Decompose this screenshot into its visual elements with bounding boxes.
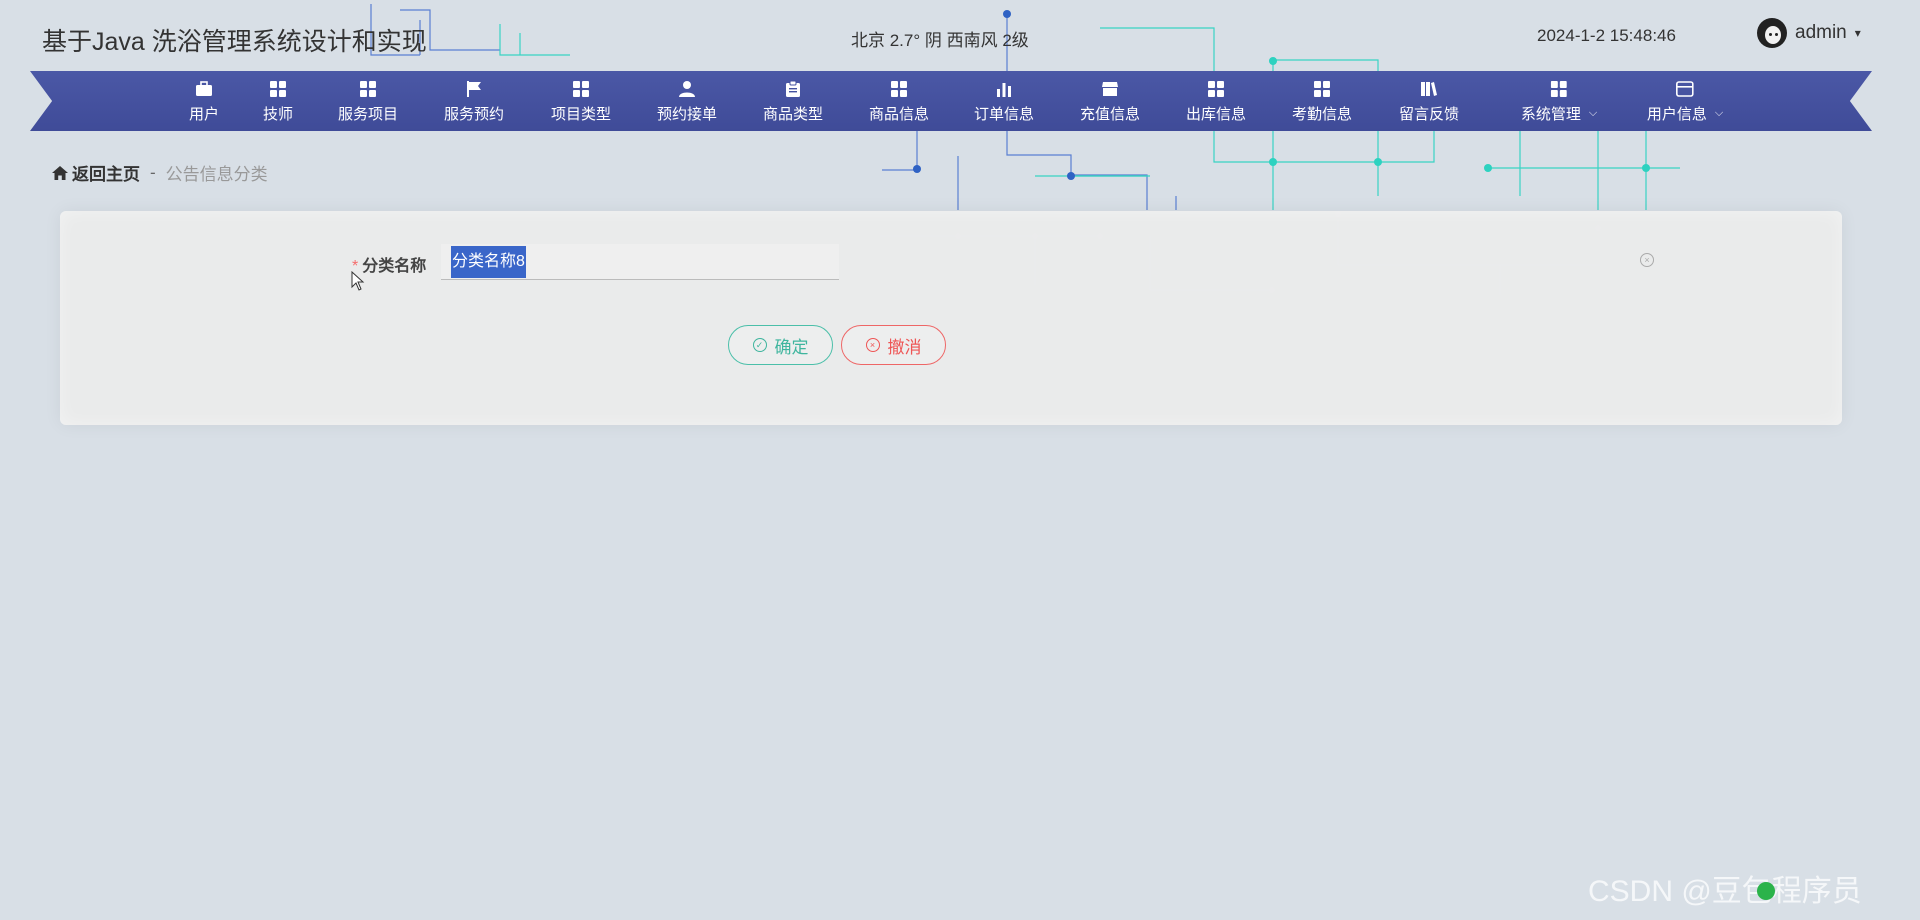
books-icon	[1420, 79, 1438, 99]
nav-item-outbound-info[interactable]: 出库信息	[1186, 71, 1246, 131]
nav-item-label: 系统管理	[1520, 105, 1581, 123]
nav-item-label: 预约接单	[656, 105, 718, 123]
nav-item-service-project[interactable]: 服务项目	[338, 71, 398, 131]
cancel-button[interactable]: × 撤消	[841, 325, 946, 365]
bar-chart-icon	[996, 79, 1012, 99]
avatar	[1757, 18, 1787, 48]
confirm-button[interactable]: ✓ 确定	[728, 325, 833, 365]
nav-item-project-type[interactable]: 项目类型	[551, 71, 611, 131]
circuit-background	[370, 4, 1680, 295]
person-icon	[678, 79, 696, 99]
nav-item-goods-info[interactable]: 商品信息	[869, 71, 929, 131]
clipboard-icon	[785, 79, 801, 99]
nav-item-label: 服务预约	[443, 105, 505, 123]
watermark: CSDN @豆包程序员	[1588, 875, 1862, 908]
home-icon	[52, 165, 68, 180]
nav-item-label: 商品类型	[762, 105, 824, 123]
weather-info: 北京 2.7° 阴 西南风 2级	[851, 31, 1029, 50]
briefcase-icon	[195, 79, 213, 99]
nav-item-label: 项目类型	[550, 105, 612, 123]
grid-icon	[1207, 79, 1224, 99]
category-name-input-value[interactable]: 分类名称8	[451, 246, 526, 278]
nav-item-label: 用户	[188, 105, 220, 123]
chevron-down-icon: ⌵	[1714, 106, 1724, 119]
nav-item-attendance-info[interactable]: 考勤信息	[1292, 71, 1352, 131]
grid-icon	[359, 79, 376, 99]
grid-icon	[269, 79, 286, 99]
breadcrumb-home-label: 返回主页	[72, 165, 140, 184]
store-icon	[1101, 79, 1119, 99]
cancel-button-label: 撤消	[887, 337, 922, 357]
check-circle-icon: ✓	[752, 338, 767, 352]
grid-icon	[1313, 79, 1330, 99]
clear-icon[interactable]: ×	[1640, 253, 1654, 267]
breadcrumb-separator: -	[150, 162, 156, 182]
user-menu[interactable]: admin ▾	[1757, 18, 1861, 48]
grid-icon	[572, 79, 589, 99]
nav-item-label: 订单信息	[973, 105, 1035, 123]
nav-item-label: 留言反馈	[1398, 105, 1460, 123]
wallet-icon	[1676, 79, 1694, 99]
breadcrumb-current: 公告信息分类	[165, 165, 268, 184]
confirm-button-label: 确定	[774, 337, 809, 357]
nav-item-label: 用户信息	[1646, 105, 1707, 123]
breadcrumb-home-link[interactable]: 返回主页	[52, 160, 140, 185]
user-name: admin	[1795, 22, 1847, 43]
nav-item-label: 考勤信息	[1291, 105, 1353, 123]
flag-icon	[466, 79, 482, 99]
site-title: 基于Java 洗浴管理系统设计和实现	[42, 28, 427, 56]
chevron-down-icon: ⌵	[1588, 106, 1598, 119]
category-name-label-text: 分类名称	[362, 258, 427, 275]
nav-item-order-info[interactable]: 订单信息	[974, 71, 1034, 131]
nav-item-label: 技师	[262, 105, 294, 123]
nav-item-recharge-info[interactable]: 充值信息	[1080, 71, 1140, 131]
nav-item-system-management[interactable]: 系统管理 ⌵	[1521, 71, 1597, 131]
app-tray-icon	[1757, 882, 1775, 900]
system-tray	[1757, 882, 1775, 900]
nav-item-user[interactable]: 用户	[189, 71, 219, 131]
nav-item-label: 出库信息	[1185, 105, 1247, 123]
nav-item-feedback[interactable]: 留言反馈	[1399, 71, 1459, 131]
close-circle-icon: ×	[865, 338, 880, 352]
nav-item-service-booking[interactable]: 服务预约	[444, 71, 504, 131]
current-datetime: 2024-1-2 15:48:46	[1537, 26, 1676, 45]
nav-item-booking-orders[interactable]: 预约接单	[657, 71, 717, 131]
grid-icon	[890, 79, 907, 99]
nav-item-label: 服务项目	[337, 105, 399, 123]
nav-item-label: 充值信息	[1079, 105, 1141, 123]
grid-icon	[1550, 79, 1567, 99]
mouse-cursor-icon	[351, 271, 365, 291]
caret-down-icon: ▾	[1854, 26, 1861, 40]
nav-item-goods-type[interactable]: 商品类型	[763, 71, 823, 131]
form-panel	[60, 211, 1842, 425]
nav-item-label: 商品信息	[868, 105, 930, 123]
nav-item-user-info[interactable]: 用户信息 ⌵	[1647, 71, 1723, 131]
breadcrumb: 返回主页 - 公告信息分类	[52, 160, 268, 185]
nav-item-technician[interactable]: 技师	[263, 71, 293, 131]
